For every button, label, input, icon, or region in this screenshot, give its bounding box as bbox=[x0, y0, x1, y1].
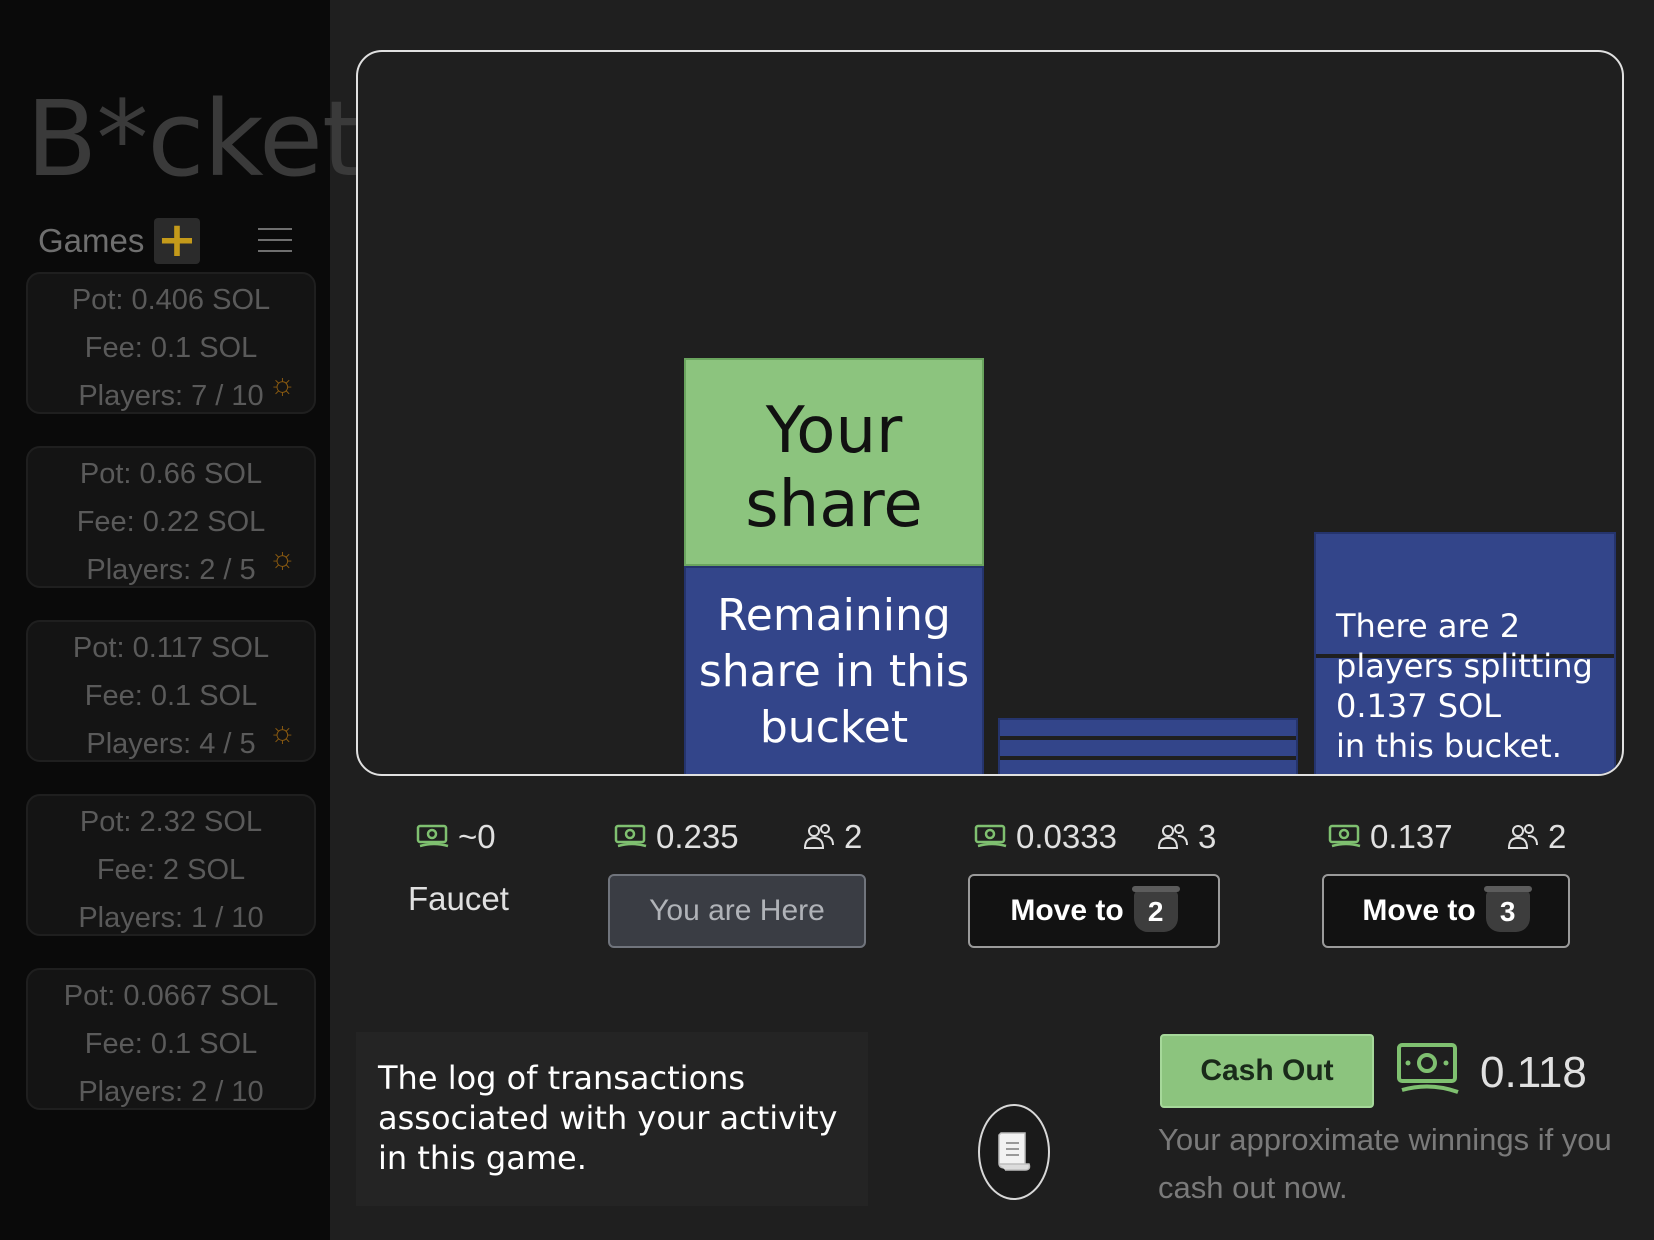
game-fee: Fee: 2 SOL bbox=[96, 854, 246, 886]
users-icon bbox=[803, 824, 834, 849]
cash-out-button[interactable]: Cash Out bbox=[1160, 1034, 1374, 1108]
bucket-3-bar: There are 2 players splitting 0.137 SOL … bbox=[1314, 532, 1616, 774]
bucket-2-players-stat: 3 bbox=[1156, 818, 1216, 856]
game-card[interactable]: Pot: 0.66 SOL Fee: 0.22 SOL Players: 2 /… bbox=[26, 446, 316, 588]
money-icon bbox=[1328, 824, 1361, 848]
bucket-3-amount-stat: 0.137 bbox=[1328, 818, 1453, 856]
sidebar: B*cket Games + Pot: 0.406 SOL Fee: 0.1 S… bbox=[0, 0, 363, 1240]
money-icon bbox=[614, 824, 647, 848]
app-logo: B*cket bbox=[26, 78, 363, 200]
winnings-amount: 0.118 bbox=[1480, 1048, 1587, 1097]
bucket-3-amount: 0.137 bbox=[1370, 818, 1453, 855]
game-pot: Pot: 2.32 SOL bbox=[79, 806, 263, 838]
remaining-share-bar: Remaining share in this bucket bbox=[684, 566, 984, 774]
users-icon bbox=[1507, 824, 1538, 849]
game-players: Players: 2 / 10 bbox=[78, 1076, 264, 1108]
hamburger-menu-icon[interactable] bbox=[258, 228, 292, 254]
sun-icon: ☼ bbox=[268, 542, 297, 575]
money-icon bbox=[974, 824, 1007, 848]
move-to-bucket-3-button[interactable]: Move to 3 bbox=[1322, 874, 1570, 948]
receipt-icon bbox=[998, 1132, 1031, 1171]
move-to-label: Move to bbox=[1362, 894, 1476, 927]
winnings-note: Your approximate winnings if you cash ou… bbox=[1158, 1122, 1612, 1205]
faucet-label: Faucet bbox=[408, 880, 509, 917]
games-heading: Games bbox=[38, 222, 145, 259]
transaction-log-button[interactable] bbox=[978, 1104, 1050, 1200]
you-are-here-button: You are Here bbox=[608, 874, 866, 948]
bucket-2-amount: 0.0333 bbox=[1016, 818, 1117, 855]
move-to-bucket-2-button[interactable]: Move to 2 bbox=[968, 874, 1220, 948]
bucket-2-bar bbox=[998, 718, 1298, 774]
game-card[interactable]: Pot: 0.0667 SOL Fee: 0.1 SOL Players: 2 … bbox=[26, 968, 316, 1110]
bucket-2-players: 3 bbox=[1198, 818, 1217, 855]
bucket-3-players: 2 bbox=[1548, 818, 1567, 855]
game-pot: Pot: 0.66 SOL bbox=[79, 458, 263, 490]
bucket-1-amount-stat: 0.235 bbox=[614, 818, 739, 856]
game-fee: Fee: 0.1 SOL bbox=[84, 332, 258, 364]
game-card[interactable]: Pot: 0.406 SOL Fee: 0.1 SOL Players: 7 /… bbox=[26, 272, 316, 414]
bucket-icon: 2 bbox=[1131, 886, 1180, 932]
bucket-1-players-stat: 2 bbox=[802, 818, 862, 856]
money-icon bbox=[1396, 1042, 1460, 1102]
your-share-bar: Your share bbox=[684, 358, 984, 566]
game-fee: Fee: 0.22 SOL bbox=[76, 506, 266, 538]
game-card[interactable]: Pot: 0.117 SOL Fee: 0.1 SOL Players: 4 /… bbox=[26, 620, 316, 762]
bucket-3-players-stat: 2 bbox=[1506, 818, 1566, 856]
move-to-label: Move to bbox=[1010, 894, 1124, 927]
add-game-button[interactable]: + bbox=[154, 216, 200, 264]
game-card[interactable]: Pot: 2.32 SOL Fee: 2 SOL Players: 1 / 10 bbox=[26, 794, 316, 936]
game-pot: Pot: 0.117 SOL bbox=[72, 632, 270, 664]
bucket-1-amount: 0.235 bbox=[656, 818, 739, 855]
money-icon bbox=[416, 824, 449, 848]
bucket-board: Your share Remaining share in this bucke… bbox=[356, 50, 1624, 776]
transaction-log-tooltip: The log of transactions associated with … bbox=[356, 1032, 868, 1206]
you-are-here-label: You are Here bbox=[649, 894, 825, 927]
bucket-icon: 3 bbox=[1483, 886, 1532, 932]
bucket-3-note: There are 2 players splitting 0.137 SOL … bbox=[1336, 607, 1593, 765]
users-icon bbox=[1157, 824, 1188, 849]
game-players: Players: 1 / 10 bbox=[78, 902, 264, 934]
faucet-stat: ~0 bbox=[416, 818, 496, 856]
bucket-2-amount-stat: 0.0333 bbox=[974, 818, 1117, 856]
sun-icon: ☼ bbox=[268, 368, 297, 401]
game-fee: Fee: 0.1 SOL bbox=[84, 1028, 258, 1060]
sun-icon: ☼ bbox=[268, 716, 297, 749]
game-fee: Fee: 0.1 SOL bbox=[84, 680, 258, 712]
faucet-amount: ~0 bbox=[458, 818, 496, 855]
game-pot: Pot: 0.0667 SOL bbox=[63, 980, 279, 1012]
game-pot: Pot: 0.406 SOL bbox=[71, 284, 271, 316]
bucket-1-players: 2 bbox=[844, 818, 863, 855]
